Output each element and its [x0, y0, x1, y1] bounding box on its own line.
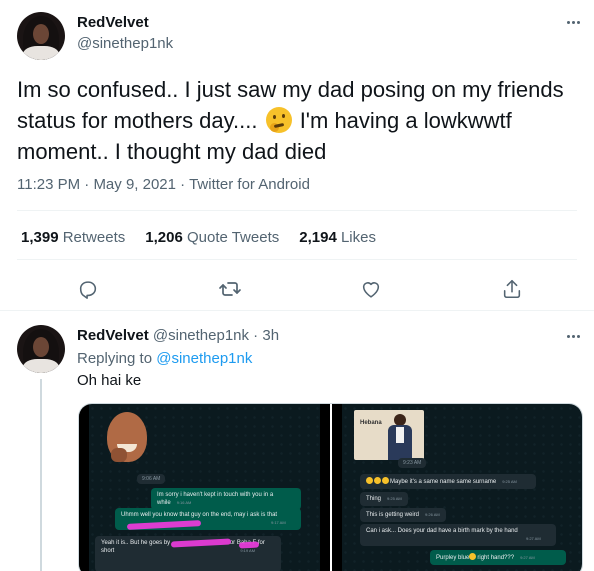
retweets-label: Retweets	[62, 229, 126, 246]
tweet-date: May 9, 2021	[93, 176, 176, 193]
quotes-count: 1,206	[145, 229, 183, 246]
photo-caption: Hebana	[360, 420, 382, 426]
chat-time-chip: 9:06 AM	[137, 474, 166, 484]
chat-message: Thing 9:25 AM	[360, 492, 408, 506]
reply-author: RedVelvet @sinethep1nk · 3h	[77, 327, 280, 344]
chat-message: This is getting weird 9:26 AM	[360, 508, 446, 522]
reply-media[interactable]: 9:06 AM Im sorry i haven't kept in touch…	[78, 403, 583, 571]
laughing-sticker	[101, 412, 153, 464]
reply-icon	[79, 281, 97, 299]
chat-screenshot-left[interactable]: 9:06 AM Im sorry i haven't kept in touch…	[79, 404, 330, 571]
retweet-icon	[219, 282, 241, 296]
likes-stat[interactable]: 2,194 Likes	[299, 229, 376, 246]
divider	[17, 259, 577, 260]
share-button[interactable]	[495, 272, 529, 306]
tweet-stats: 1,399 Retweets 1,206 Quote Tweets 2,194 …	[21, 229, 376, 246]
redaction-scribble	[238, 541, 260, 549]
tweet-source-link[interactable]: Twitter for Android	[189, 176, 310, 193]
chat-message: Maybe it's a same name same surname 9:25 …	[360, 474, 536, 489]
laughing-emoji-icon	[382, 477, 389, 484]
tweet-separator	[0, 310, 594, 311]
shared-photo[interactable]: Hebana	[354, 410, 424, 460]
chat-message: Im sorry i haven't kept in touch with yo…	[151, 488, 301, 510]
likes-label: Likes	[340, 229, 376, 246]
tweet-actions	[0, 272, 594, 306]
avatar[interactable]	[17, 12, 65, 60]
author-handle[interactable]: @sinethep1nk	[77, 35, 173, 52]
retweet-button[interactable]	[213, 272, 247, 306]
tweet-time: 11:23 PM	[17, 176, 81, 193]
tweet-time-link[interactable]: 11:23 PM · May 9, 2021	[17, 176, 176, 193]
retweets-count: 1,399	[21, 229, 59, 246]
chat-screenshot-right[interactable]: Hebana 9:23 AM Maybe it's a same name sa…	[332, 404, 582, 571]
replying-to-handle[interactable]: @sinethep1nk	[156, 350, 252, 367]
replying-to: Replying to @sinethep1nk	[77, 350, 252, 367]
reply-text: Oh hai ke	[77, 372, 142, 389]
reply-display-name[interactable]: RedVelvet	[77, 327, 149, 344]
more-options-icon[interactable]	[563, 12, 583, 32]
chat-message: Purpley blue right hand??? 9:27 AM	[430, 550, 566, 565]
author-display-name[interactable]: RedVelvet	[77, 14, 149, 31]
reply-button[interactable]	[71, 272, 105, 306]
thinking-face-emoji-icon	[265, 107, 292, 133]
chat-time-chip: 9:23 AM	[398, 458, 427, 468]
tweet-meta: 11:23 PM · May 9, 2021 · Twitter for And…	[17, 176, 310, 193]
chat-message: Can i ask... Does your dad have a birth …	[360, 524, 556, 546]
laughing-emoji-icon	[469, 553, 477, 560]
reply-handle[interactable]: @sinethep1nk	[153, 327, 249, 344]
reply-avatar[interactable]	[17, 325, 65, 373]
replying-prefix: Replying to	[77, 350, 153, 367]
reply-more-options-icon[interactable]	[563, 326, 583, 346]
reply-age[interactable]: 3h	[262, 327, 279, 344]
divider	[17, 210, 577, 211]
like-button[interactable]	[354, 272, 388, 306]
laughing-emoji-icon	[366, 477, 373, 484]
quote-tweets-stat[interactable]: 1,206 Quote Tweets	[145, 229, 279, 246]
share-icon	[503, 279, 521, 299]
likes-count: 2,194	[299, 229, 337, 246]
laughing-emoji-icon	[374, 477, 381, 484]
quotes-label: Quote Tweets	[186, 229, 280, 246]
retweets-stat[interactable]: 1,399 Retweets	[21, 229, 125, 246]
tweet-text: Im so confused.. I just saw my dad posin…	[17, 74, 577, 167]
thread-line	[40, 379, 42, 571]
like-icon	[362, 282, 380, 298]
